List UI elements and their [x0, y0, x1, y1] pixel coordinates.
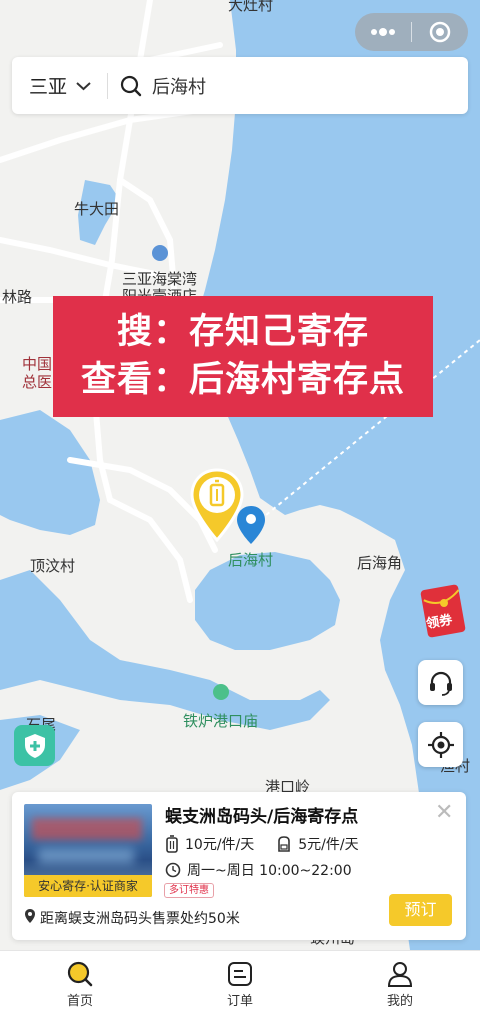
store-card[interactable]: 安心寄存·认证商家 蜈支洲岛码头/后海寄存点 ✕ 10元/件/天 5元/件/天 …: [12, 792, 466, 940]
chevron-down-icon: [76, 81, 91, 90]
backpack-icon: [276, 835, 292, 853]
miniprogram-capsule: [355, 13, 468, 51]
map-label: 后海村: [228, 551, 274, 569]
order-icon: [228, 962, 252, 986]
divider: [107, 72, 109, 99]
store-thumbnail: 安心寄存·认证商家: [24, 804, 152, 897]
headset-icon: [429, 671, 452, 696]
banner-line-2: 查看：后海村寄存点: [80, 360, 405, 400]
hours-row: 周一~周日 10:00~22:00: [165, 860, 352, 880]
more-button[interactable]: [355, 13, 411, 51]
thumbnail-blur: [32, 818, 142, 840]
profile-icon: [387, 962, 413, 987]
customer-service-button[interactable]: [418, 660, 463, 705]
tab-label: 首页: [66, 994, 93, 1009]
tab-label: 订单: [226, 994, 253, 1009]
book-button[interactable]: 预订: [389, 894, 452, 926]
locate-button[interactable]: [418, 722, 463, 767]
city-selector[interactable]: 三亚: [12, 72, 91, 99]
search-icon: [120, 75, 142, 96]
price-row: 10元/件/天 5元/件/天: [165, 834, 359, 854]
close-miniprogram-button[interactable]: [412, 13, 468, 51]
map-label: 后海角: [357, 554, 403, 572]
search-input[interactable]: 后海村: [152, 73, 206, 99]
distance-row: 距离蜈支洲岛码头售票处约50米: [24, 908, 240, 928]
price-luggage: 10元/件/天: [185, 837, 255, 853]
crosshair-icon: [427, 731, 454, 758]
tab-orders[interactable]: 订单: [160, 951, 320, 1018]
more-dots-icon: [371, 28, 395, 36]
map-label: 林路: [2, 288, 33, 306]
location-pin-icon: [237, 506, 265, 544]
tab-profile[interactable]: 我的: [320, 951, 480, 1018]
certified-badge: 安心寄存·认证商家: [24, 875, 152, 897]
promo-banner: 搜：存知己寄存 查看：后海村寄存点: [53, 296, 433, 417]
clock-icon: [165, 862, 181, 878]
coupon-red-envelope[interactable]: 领券: [420, 583, 468, 639]
business-hours: 周一~周日 10:00~22:00: [187, 863, 352, 879]
safety-shield-button[interactable]: [14, 725, 55, 766]
city-label: 三亚: [29, 76, 68, 98]
map-label: 铁炉港口庙: [183, 712, 259, 730]
luggage-icon: [165, 835, 179, 853]
store-title: 蜈支洲岛码头/后海寄存点: [165, 807, 359, 827]
map-label: 总医: [22, 373, 53, 391]
shield-plus-icon: [24, 733, 45, 758]
map-label: 牛大田: [74, 200, 120, 218]
close-card-button[interactable]: ✕: [435, 800, 453, 825]
map-label: 顶汶村: [30, 557, 76, 575]
distance-text: 距离蜈支洲岛码头售票处约50米: [40, 911, 240, 927]
map-label: 大灶村: [228, 0, 274, 14]
tab-home[interactable]: 首页: [0, 951, 160, 1018]
banner-line-1: 搜：存知己寄存: [116, 312, 369, 352]
thumbnail-blur: [38, 848, 134, 864]
tab-bar: 首页 订单 我的: [0, 950, 480, 1018]
location-marker-icon: [24, 908, 36, 928]
tab-label: 我的: [386, 994, 413, 1009]
promo-tag: 多订特惠: [164, 883, 214, 898]
target-circle-icon: [429, 21, 451, 43]
search-home-icon: [67, 961, 93, 987]
price-bag: 5元/件/天: [298, 837, 359, 853]
search-bar: 三亚 后海村: [12, 57, 468, 114]
